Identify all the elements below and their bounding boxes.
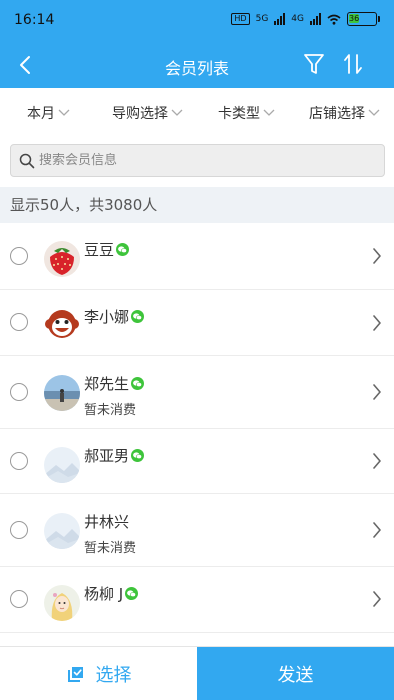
chevron-right-icon — [373, 315, 381, 331]
filter-funnel-icon[interactable] — [303, 52, 325, 76]
filter-bar: 本月 导购选择 卡类型 店铺选择 — [0, 88, 394, 136]
filter-card-type-label: 卡类型 — [218, 106, 260, 122]
select-radio[interactable] — [10, 383, 28, 401]
chevron-down-icon — [171, 109, 183, 116]
member-name: 李小娜 — [84, 308, 130, 326]
select-button[interactable]: 选择 — [0, 647, 197, 700]
nav-bar: 会员列表 — [0, 42, 394, 88]
wechat-icon — [116, 243, 130, 256]
avatar — [44, 241, 80, 277]
member-row[interactable]: 李小娜 — [0, 290, 394, 356]
filter-month[interactable]: 本月 — [27, 103, 70, 123]
page-title: 会员列表 — [164, 59, 229, 78]
member-name: 井林兴 — [84, 513, 130, 531]
member-count-summary: 显示50人，共3080人 — [0, 187, 394, 223]
filter-guide-label: 导购选择 — [112, 106, 168, 122]
member-row[interactable]: 郝亚男 — [0, 429, 394, 494]
search-icon — [19, 153, 35, 168]
member-name-wrap: 豆豆 — [84, 239, 130, 260]
member-name-wrap: 井林兴 — [84, 511, 129, 532]
net-4g-label: 4G — [291, 14, 304, 24]
wifi-icon — [327, 14, 341, 25]
checkbox-checked-icon — [67, 667, 83, 682]
battery-level: 36 — [349, 14, 360, 23]
sort-icon[interactable] — [342, 52, 364, 76]
filter-card-type[interactable]: 卡类型 — [218, 103, 275, 123]
hd-badge: HD — [231, 13, 250, 25]
member-name: 郑先生 — [84, 375, 130, 393]
chevron-right-icon — [373, 384, 381, 400]
filter-month-label: 本月 — [27, 106, 55, 122]
member-name-wrap: 李小娜 — [84, 306, 145, 327]
select-radio[interactable] — [10, 313, 28, 331]
select-radio[interactable] — [10, 247, 28, 265]
chevron-right-icon — [373, 522, 381, 538]
filter-guide[interactable]: 导购选择 — [112, 103, 183, 123]
chevron-down-icon — [368, 109, 380, 116]
wechat-icon — [131, 449, 145, 462]
member-row[interactable]: 井林兴 暂未消费 — [0, 494, 394, 567]
member-name-wrap: 郑先生 — [84, 373, 145, 394]
send-button-label: 发送 — [277, 665, 314, 686]
wechat-icon — [125, 587, 139, 600]
wechat-icon — [131, 310, 145, 323]
chevron-right-icon — [373, 248, 381, 264]
member-row[interactable]: 豆豆 — [0, 223, 394, 290]
wechat-icon — [131, 377, 145, 390]
avatar — [44, 307, 80, 343]
member-name: 杨柳 J — [84, 585, 124, 603]
landscape-photo-avatar-icon — [44, 375, 80, 411]
member-status: 暂未消费 — [84, 541, 137, 556]
signal-icon — [274, 13, 286, 25]
select-radio[interactable] — [10, 590, 28, 608]
member-list: 豆豆 李小娜 郑先生 暂未消费 郝亚男 井林兴 暂未消费 杨柳 J — [0, 223, 394, 633]
member-name: 郝亚男 — [84, 447, 130, 465]
filter-store[interactable]: 店铺选择 — [309, 103, 380, 123]
net-5g-label: 5G — [255, 14, 269, 24]
signal-icon-2 — [310, 13, 321, 25]
status-time: 16:14 — [14, 12, 55, 28]
filter-store-label: 店铺选择 — [309, 106, 365, 122]
default-avatar-icon — [44, 447, 80, 483]
select-button-label: 选择 — [95, 665, 132, 686]
avatar — [44, 585, 80, 621]
bottom-action-bar: 选择 发送 — [0, 646, 394, 700]
send-button[interactable]: 发送 — [197, 647, 394, 700]
chevron-right-icon — [373, 591, 381, 607]
search-box — [10, 144, 385, 177]
status-icons: HD 5G 4G 36 — [231, 12, 380, 26]
search-input[interactable] — [39, 153, 359, 168]
default-avatar-icon — [44, 513, 80, 549]
monkey-avatar-icon — [44, 307, 80, 343]
member-row[interactable]: 郑先生 暂未消费 — [0, 356, 394, 429]
battery-icon: 36 — [347, 12, 380, 26]
chevron-down-icon — [58, 109, 70, 116]
avatar — [44, 447, 80, 483]
select-radio[interactable] — [10, 521, 28, 539]
member-status: 暂未消费 — [84, 403, 137, 418]
member-row[interactable]: 杨柳 J — [0, 567, 394, 633]
member-name: 豆豆 — [84, 241, 115, 259]
chevron-down-icon — [263, 109, 275, 116]
chevron-right-icon — [373, 453, 381, 469]
select-radio[interactable] — [10, 452, 28, 470]
cartoon-girl-avatar-icon — [44, 585, 80, 621]
member-name-wrap: 杨柳 J — [84, 583, 139, 604]
strawberry-avatar-icon — [44, 241, 80, 277]
avatar — [44, 375, 80, 411]
member-name-wrap: 郝亚男 — [84, 445, 145, 466]
avatar — [44, 513, 80, 549]
status-bar: 16:14 HD 5G 4G 36 — [0, 0, 394, 42]
